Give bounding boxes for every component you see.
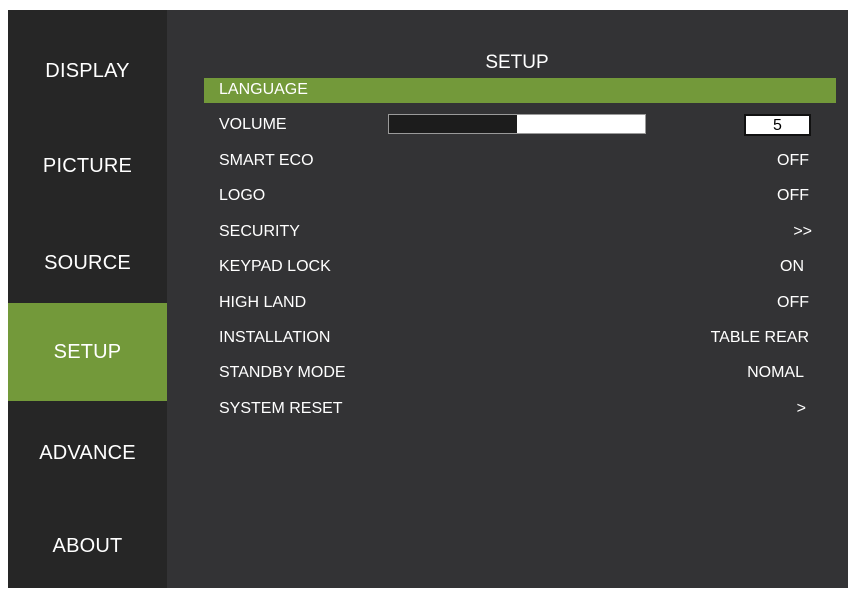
menu-row-smart-eco[interactable]: SMART ECO OFF: [204, 149, 836, 174]
row-label: SMART ECO: [219, 152, 314, 169]
volume-slider-fill: [517, 115, 645, 133]
row-label: INSTALLATION: [219, 329, 331, 346]
sidebar-item-advance[interactable]: ADVANCE: [8, 404, 167, 502]
row-label: KEYPAD LOCK: [219, 258, 331, 275]
menu-row-keypad-lock[interactable]: KEYPAD LOCK ON: [204, 255, 836, 280]
volume-slider[interactable]: [388, 114, 646, 134]
sidebar-item-picture[interactable]: PICTURE: [8, 117, 167, 215]
row-label: VOLUME: [219, 116, 287, 133]
osd-menu: DISPLAY PICTURE SOURCE SETUP ADVANCE ABO…: [8, 10, 848, 588]
menu-row-system-reset[interactable]: SYSTEM RESET >: [204, 397, 836, 422]
menu-row-language[interactable]: LANGUAGE: [204, 78, 836, 103]
row-value: OFF: [777, 187, 809, 204]
menu-row-standby-mode[interactable]: STANDBY MODE NOMAL: [204, 361, 836, 386]
row-label: STANDBY MODE: [219, 364, 346, 381]
sidebar-item-about[interactable]: ABOUT: [8, 497, 167, 595]
row-label: SECURITY: [219, 223, 300, 240]
row-label: HIGH LAND: [219, 294, 307, 311]
volume-value-box: 5: [744, 114, 811, 136]
menu-row-high-land[interactable]: HIGH LAND OFF: [204, 291, 836, 316]
sidebar-item-setup[interactable]: SETUP: [8, 303, 167, 401]
sidebar: DISPLAY PICTURE SOURCE SETUP ADVANCE ABO…: [8, 10, 167, 588]
menu-row-volume[interactable]: VOLUME 5: [204, 113, 836, 138]
row-value: NOMAL: [747, 364, 804, 381]
submenu-arrow-icon: >: [796, 400, 806, 417]
sidebar-item-display[interactable]: DISPLAY: [8, 22, 167, 120]
submenu-arrow-icon: >>: [793, 223, 812, 240]
row-label: LANGUAGE: [219, 81, 308, 98]
setup-panel: SETUP LANGUAGE VOLUME 5 SMART ECO OFF LO…: [167, 10, 848, 588]
menu-row-installation[interactable]: INSTALLATION TABLE REAR: [204, 326, 836, 351]
sidebar-item-source[interactable]: SOURCE: [8, 214, 167, 312]
row-label: SYSTEM RESET: [219, 400, 343, 417]
row-value: TABLE REAR: [710, 329, 809, 346]
menu-row-logo[interactable]: LOGO OFF: [204, 184, 836, 209]
menu-row-security[interactable]: SECURITY >>: [204, 220, 836, 245]
row-value: OFF: [777, 152, 809, 169]
row-value: ON: [780, 258, 804, 275]
row-value: OFF: [777, 294, 809, 311]
page-title: SETUP: [485, 52, 549, 73]
row-label: LOGO: [219, 187, 266, 204]
